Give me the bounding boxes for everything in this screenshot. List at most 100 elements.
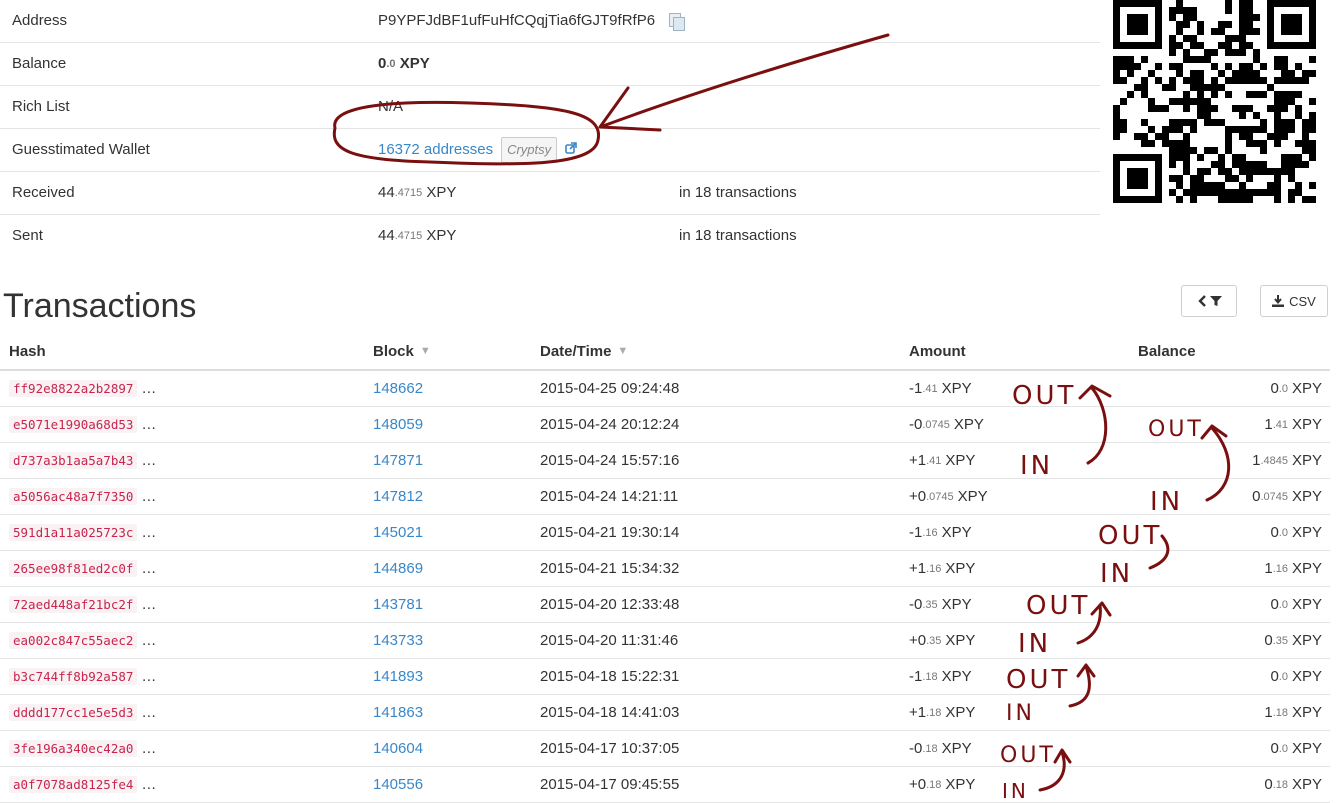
sent-tx-count: in 18 transactions (679, 227, 797, 244)
balance-cell: 1.4845 XPY (1252, 443, 1322, 478)
balance-unit: XPY (1291, 524, 1322, 541)
tx-hash-link[interactable]: 72aed448af21bc2f (9, 596, 138, 613)
received-int: 44 (378, 184, 395, 201)
amount-int: 1 (914, 524, 923, 541)
table-body: ff92e8822a2b2897… 148662 2015-04-25 09:24:… (0, 371, 1330, 803)
header-block[interactable]: Block ▼ (373, 333, 431, 369)
balance-unit: XPY (1291, 668, 1322, 685)
block-link[interactable]: 148059 (373, 416, 423, 433)
hash-cell: ea002c847c55aec2… (9, 623, 156, 658)
balance-cell: 0.0 XPY (1270, 731, 1322, 766)
amount-cell: + 1.41 XPY (909, 443, 975, 478)
tx-hash-link[interactable]: d737a3b1aa5a7b43 (9, 452, 138, 469)
sort-icon[interactable]: ▼ (420, 345, 431, 357)
table-row: b3c744ff8b92a587… 141893 2015-04-18 15:22:… (0, 659, 1330, 695)
block-link[interactable]: 143733 (373, 632, 423, 649)
balance-int: 0 (1270, 740, 1279, 757)
header-datetime[interactable]: Date/Time ▼ (540, 333, 628, 369)
tx-hash-link[interactable]: a5056ac48a7f7350 (9, 488, 138, 505)
balance-cell: 1.18 XPY (1264, 695, 1322, 730)
amount-sign: + (909, 560, 918, 577)
csv-download-button[interactable]: CSV (1260, 285, 1328, 317)
filter-icon (1209, 296, 1222, 306)
balance-int: 1 (1264, 416, 1273, 433)
tx-hash-link[interactable]: 265ee98f81ed2c0f (9, 560, 138, 577)
external-link-icon[interactable] (565, 139, 577, 161)
address-value[interactable]: P9YPFJdBF1ufFuHfCQqjTia6fGJT9fRfP6 (378, 10, 655, 32)
amount-unit: XPY (945, 704, 976, 721)
tx-hash-link[interactable]: b3c744ff8b92a587 (9, 668, 138, 685)
block-link[interactable]: 141893 (373, 668, 423, 685)
balance-int: 0 (1270, 596, 1279, 613)
table-row: 265ee98f81ed2c0f… 144869 2015-04-21 15:34:… (0, 551, 1330, 587)
block-link[interactable]: 140556 (373, 776, 423, 793)
balance-int: 0 (1270, 524, 1279, 541)
block-link[interactable]: 145021 (373, 524, 423, 541)
block-cell: 148662 (373, 371, 423, 406)
block-link[interactable]: 141863 (373, 704, 423, 721)
balance-cell: 1.41 XPY (1264, 407, 1322, 442)
hash-cell: 72aed448af21bc2f… (9, 587, 156, 622)
hash-ellipsis: … (141, 668, 157, 685)
amount-dec: .18 (922, 742, 938, 755)
amount-unit: XPY (945, 560, 976, 577)
hash-ellipsis: … (141, 740, 157, 757)
hash-cell: b3c744ff8b92a587… (9, 659, 156, 694)
block-link[interactable]: 143781 (373, 596, 423, 613)
balance-unit: XPY (1291, 596, 1322, 613)
copy-icon[interactable] (669, 13, 686, 31)
tx-hash-link[interactable]: dddd177cc1e5e5d3 (9, 704, 138, 721)
balance-unit: XPY (1291, 560, 1322, 577)
block-link[interactable]: 140604 (373, 740, 423, 757)
amount-cell: - 0.0745 XPY (909, 407, 984, 442)
amount-sign: + (909, 776, 918, 793)
balance-cell: 0.35 XPY (1264, 623, 1322, 658)
balance-dec: .18 (1272, 706, 1288, 719)
datetime-cell: 2015-04-20 12:33:48 (540, 596, 680, 613)
hash-cell: 3fe196a340ec42a0… (9, 731, 156, 766)
hash-ellipsis: … (141, 776, 157, 793)
received-label: Received (12, 184, 75, 201)
table-header: Hash Block ▼ Date/Time ▼ Amount Balance (0, 333, 1330, 371)
tx-hash-link[interactable]: a0f7078ad8125fe4 (9, 776, 138, 793)
chevron-left-icon (1197, 295, 1206, 307)
qr-code (1113, 0, 1316, 203)
amount-dec: .0745 (926, 490, 954, 503)
tx-hash-link[interactable]: ff92e8822a2b2897 (9, 380, 138, 397)
wallet-addresses-link[interactable]: 16372 addresses (378, 139, 493, 161)
tx-hash-link[interactable]: e5071e1990a68d53 (9, 416, 138, 433)
balance-dec: .0 (1278, 526, 1288, 539)
amount-cell: - 1.16 XPY (909, 515, 972, 550)
block-cell: 144869 (373, 551, 423, 586)
tx-hash-link[interactable]: ea002c847c55aec2 (9, 632, 138, 649)
balance-cell: 1.16 XPY (1264, 551, 1322, 586)
amount-int: 0 (917, 776, 927, 793)
block-cell: 147871 (373, 443, 423, 478)
amount-int: 1 (914, 668, 923, 685)
tx-hash-link[interactable]: 3fe196a340ec42a0 (9, 740, 138, 757)
sent-value: 44.4715 XPY (378, 215, 456, 257)
amount-unit: XPY (941, 596, 972, 613)
sort-icon[interactable]: ▼ (617, 345, 628, 357)
header-amount: Amount (909, 342, 966, 360)
block-link[interactable]: 148662 (373, 380, 423, 397)
datetime-cell: 2015-04-21 19:30:14 (540, 524, 680, 541)
rich-list-value: N/A (378, 98, 404, 115)
balance-unit: XPY (1291, 380, 1322, 397)
datetime-cell: 2015-04-17 09:45:55 (540, 776, 680, 793)
table-row: a5056ac48a7f7350… 147812 2015-04-24 14:21:… (0, 479, 1330, 515)
block-link[interactable]: 144869 (373, 560, 423, 577)
amount-int: 1 (917, 560, 927, 577)
amount-unit: XPY (941, 524, 972, 541)
amount-unit: XPY (945, 776, 976, 793)
block-link[interactable]: 147871 (373, 452, 423, 469)
tx-hash-link[interactable]: 591d1a11a025723c (9, 524, 138, 541)
amount-int: 0 (917, 632, 927, 649)
balance-unit: XPY (1291, 704, 1322, 721)
guesstimated-wallet-label: Guesstimated Wallet (12, 141, 150, 158)
filter-toggle-button[interactable] (1181, 285, 1237, 317)
hash-cell: a5056ac48a7f7350… (9, 479, 156, 514)
block-link[interactable]: 147812 (373, 488, 423, 505)
block-cell: 141893 (373, 659, 423, 694)
balance-cell: 0.0745 XPY (1252, 479, 1322, 514)
